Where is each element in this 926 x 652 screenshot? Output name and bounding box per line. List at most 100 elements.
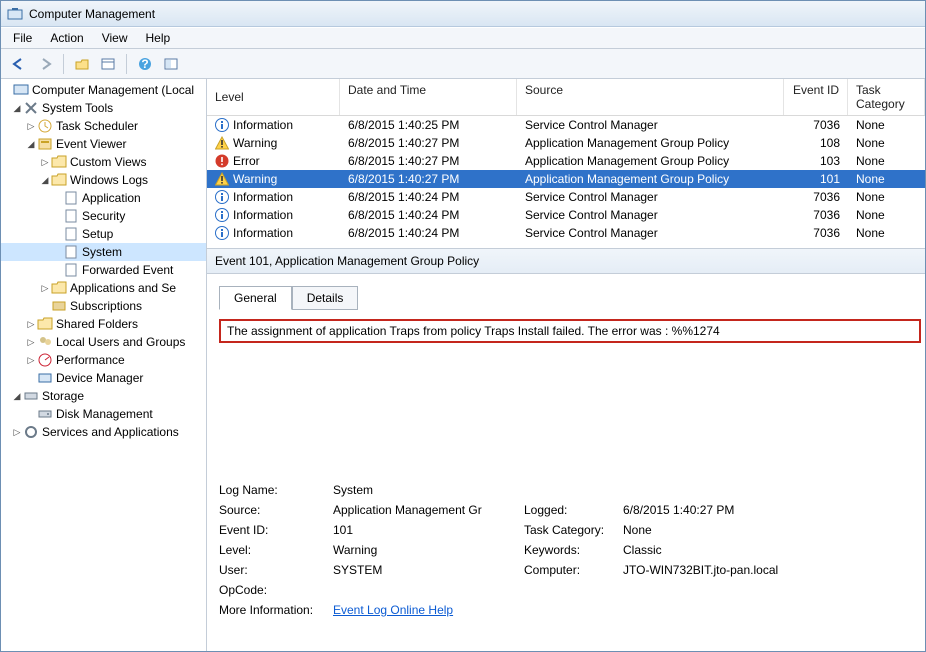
event-id-text: 7036	[784, 117, 848, 133]
event-message: The assignment of application Traps from…	[219, 319, 921, 343]
tree-application-log[interactable]: Application	[82, 191, 141, 205]
events-list[interactable]: Information6/8/2015 1:40:25 PMService Co…	[207, 116, 925, 248]
log-icon	[63, 190, 79, 206]
col-event-id[interactable]: Event ID	[784, 79, 848, 115]
services-icon	[23, 424, 39, 440]
event-row[interactable]: Information6/8/2015 1:40:25 PMService Co…	[207, 116, 925, 134]
help-button[interactable]: ?	[133, 52, 157, 76]
lbl-source: Source:	[219, 503, 329, 517]
expand-icon[interactable]: ▷	[25, 121, 37, 132]
info-icon	[215, 190, 229, 204]
event-properties: Log Name:System Source:Application Manag…	[219, 483, 913, 617]
collapse-icon[interactable]: ◢	[11, 391, 23, 402]
event-id-text: 103	[784, 153, 848, 169]
tree-apps-services[interactable]: Applications and Se	[70, 281, 176, 295]
tree-setup-log[interactable]: Setup	[82, 227, 113, 241]
expand-icon[interactable]: ▷	[25, 319, 37, 330]
level-text: Information	[233, 190, 293, 204]
disk-icon	[37, 406, 53, 422]
event-row[interactable]: Information6/8/2015 1:40:24 PMService Co…	[207, 224, 925, 242]
tree-subscriptions[interactable]: Subscriptions	[70, 299, 142, 313]
category-text: None	[848, 225, 925, 241]
tab-details[interactable]: Details	[292, 286, 359, 310]
tree-event-viewer[interactable]: Event Viewer	[56, 137, 126, 151]
collapse-icon[interactable]: ◢	[25, 139, 37, 150]
lbl-logged: Logged:	[524, 503, 619, 517]
separator	[63, 54, 64, 74]
refresh-button[interactable]	[159, 52, 183, 76]
menu-view[interactable]: View	[94, 28, 136, 48]
level-text: Warning	[233, 136, 277, 150]
tree-device-manager[interactable]: Device Manager	[56, 371, 143, 385]
expand-icon[interactable]: ▷	[11, 427, 23, 438]
collapse-icon[interactable]: ◢	[39, 175, 51, 186]
nav-tree[interactable]: Computer Management (Local ◢ System Tools…	[1, 79, 207, 651]
col-source[interactable]: Source	[517, 79, 784, 115]
val-user: SYSTEM	[333, 563, 520, 577]
tree-security-log[interactable]: Security	[82, 209, 125, 223]
event-row[interactable]: Error6/8/2015 1:40:27 PMApplication Mana…	[207, 152, 925, 170]
expand-icon[interactable]: ▷	[39, 157, 51, 168]
titlebar-title: Computer Management	[29, 7, 155, 21]
lbl-computer: Computer:	[524, 563, 619, 577]
date-text: 6/8/2015 1:40:25 PM	[340, 117, 517, 133]
back-button[interactable]	[7, 52, 31, 76]
expand-icon[interactable]: ▷	[25, 337, 37, 348]
col-level[interactable]: Level	[207, 79, 340, 115]
level-text: Information	[233, 226, 293, 240]
expand-icon[interactable]: ▷	[25, 355, 37, 366]
tree-windows-logs[interactable]: Windows Logs	[70, 173, 148, 187]
tree-shared-folders[interactable]: Shared Folders	[56, 317, 138, 331]
val-computer: JTO-WIN732BIT.jto-pan.local	[623, 563, 913, 577]
source-text: Application Management Group Policy	[517, 171, 784, 187]
properties-button[interactable]	[96, 52, 120, 76]
col-date[interactable]: Date and Time	[340, 79, 517, 115]
category-text: None	[848, 117, 925, 133]
tree-disk-management[interactable]: Disk Management	[56, 407, 153, 421]
tab-general[interactable]: General	[219, 286, 292, 310]
app-window: Computer Management File Action View Hel…	[0, 0, 926, 652]
separator	[126, 54, 127, 74]
menu-help[interactable]: Help	[138, 28, 179, 48]
event-row[interactable]: Information6/8/2015 1:40:24 PMService Co…	[207, 188, 925, 206]
col-task-category[interactable]: Task Category	[848, 79, 925, 115]
event-row[interactable]: Warning6/8/2015 1:40:27 PMApplication Ma…	[207, 170, 925, 188]
tree-performance[interactable]: Performance	[56, 353, 125, 367]
lbl-level: Level:	[219, 543, 329, 557]
expand-icon[interactable]: ▷	[39, 283, 51, 294]
forward-button[interactable]	[33, 52, 57, 76]
event-log-help-link[interactable]: Event Log Online Help	[333, 603, 453, 617]
collapse-icon[interactable]: ◢	[11, 103, 23, 114]
val-keywords: Classic	[623, 543, 913, 557]
menu-file[interactable]: File	[5, 28, 40, 48]
tree-local-users[interactable]: Local Users and Groups	[56, 335, 185, 349]
event-row[interactable]: Information6/8/2015 1:40:24 PMService Co…	[207, 206, 925, 224]
tree-services-apps[interactable]: Services and Applications	[42, 425, 179, 439]
tree-forwarded-log[interactable]: Forwarded Event	[82, 263, 173, 277]
category-text: None	[848, 171, 925, 187]
source-text: Application Management Group Policy	[517, 153, 784, 169]
log-icon	[63, 208, 79, 224]
level-text: Warning	[233, 172, 277, 186]
titlebar[interactable]: Computer Management	[1, 1, 925, 27]
date-text: 6/8/2015 1:40:27 PM	[340, 135, 517, 151]
computer-icon	[13, 82, 29, 98]
tree-custom-views[interactable]: Custom Views	[70, 155, 146, 169]
tree-storage[interactable]: Storage	[42, 389, 84, 403]
source-text: Service Control Manager	[517, 207, 784, 223]
clock-icon	[37, 118, 53, 134]
up-button[interactable]	[70, 52, 94, 76]
event-row[interactable]: Warning 6/8/2015 1:40:27 PMApplication Ma…	[207, 134, 925, 152]
users-icon	[37, 334, 53, 350]
menu-action[interactable]: Action	[42, 28, 91, 48]
source-text: Service Control Manager	[517, 225, 784, 241]
source-text: Application Management Group Policy	[517, 135, 784, 151]
val-task-category: None	[623, 523, 913, 537]
event-id-text: 7036	[784, 207, 848, 223]
tree-root[interactable]: Computer Management (Local	[32, 83, 194, 97]
tree-system-tools[interactable]: System Tools	[42, 101, 113, 115]
source-text: Service Control Manager	[517, 117, 784, 133]
tree-system-log[interactable]: System	[82, 245, 122, 259]
date-text: 6/8/2015 1:40:24 PM	[340, 189, 517, 205]
tree-task-scheduler[interactable]: Task Scheduler	[56, 119, 138, 133]
